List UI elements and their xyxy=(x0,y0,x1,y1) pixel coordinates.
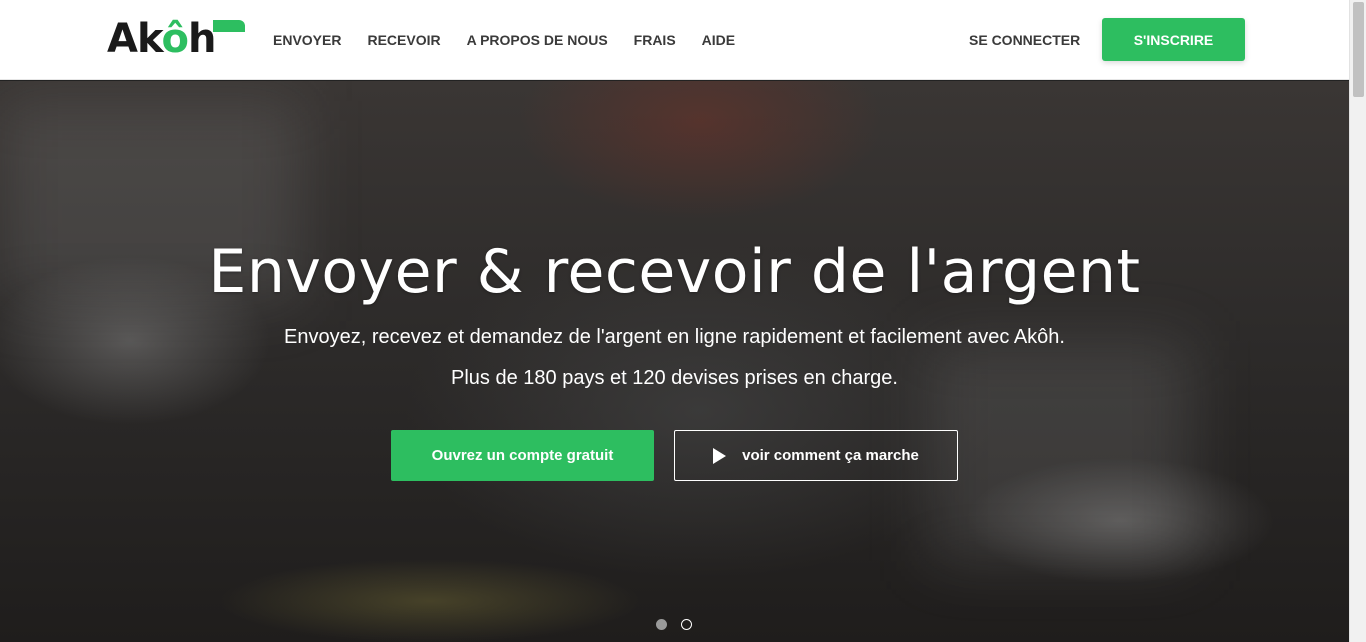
play-icon xyxy=(713,447,727,464)
login-link[interactable]: SE CONNECTER xyxy=(969,32,1080,48)
nav-aide[interactable]: AIDE xyxy=(702,32,735,48)
hero-title: Envoyer & recevoir de l'argent xyxy=(208,237,1141,307)
carousel-dots xyxy=(656,619,692,630)
nav-a-propos[interactable]: A PROPOS DE NOUS xyxy=(467,32,608,48)
open-account-button[interactable]: Ouvrez un compte gratuit xyxy=(391,430,654,481)
signup-button[interactable]: S'INSCRIRE xyxy=(1102,18,1245,61)
logo-wordmark: Akôh xyxy=(107,16,216,62)
main-nav: ENVOYER RECEVOIR A PROPOS DE NOUS FRAIS … xyxy=(273,0,761,80)
carousel-dot-2[interactable] xyxy=(681,619,692,630)
nav-envoyer[interactable]: ENVOYER xyxy=(273,32,341,48)
scrollbar-thumb[interactable] xyxy=(1353,2,1364,97)
nav-recevoir[interactable]: RECEVOIR xyxy=(367,32,440,48)
hero-subtitle: Envoyez, recevez et demandez de l'argent… xyxy=(284,326,1065,348)
site-header: Akôh ENVOYER RECEVOIR A PROPOS DE NOUS F… xyxy=(0,0,1349,80)
akoh-logo[interactable]: Akôh xyxy=(107,16,245,62)
hero-subtitle-countries: Plus de 180 pays et 120 devises prises e… xyxy=(451,367,898,389)
carousel-dot-1[interactable] xyxy=(656,619,667,630)
how-it-works-button[interactable]: voir comment ça marche xyxy=(674,430,958,481)
nav-frais[interactable]: FRAIS xyxy=(634,32,676,48)
logo-flag-mark xyxy=(213,20,245,32)
page-scrollbar[interactable] xyxy=(1349,0,1366,642)
how-it-works-label: voir comment ça marche xyxy=(742,447,919,464)
hero-section: Envoyer & recevoir de l'argent Envoyez, … xyxy=(0,81,1349,642)
